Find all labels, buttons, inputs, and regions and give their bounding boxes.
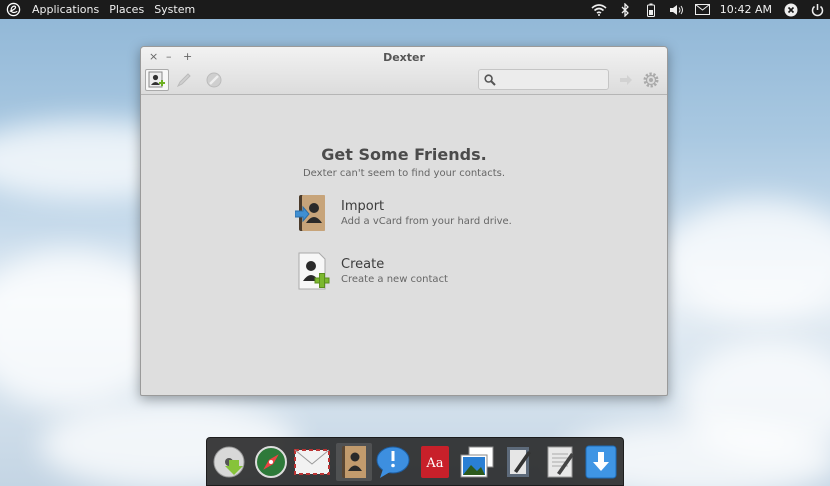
export-icon xyxy=(620,75,632,85)
dock-item-downloads[interactable] xyxy=(583,443,619,481)
panel-indicators: 10:42 AM xyxy=(586,0,830,19)
export-button[interactable] xyxy=(614,69,638,91)
create-contact-icon xyxy=(298,252,330,290)
import-text: Import Add a vCard from your hard drive. xyxy=(341,199,512,228)
edit-button[interactable] xyxy=(172,69,196,91)
import-action[interactable]: Import Add a vCard from your hard drive. xyxy=(295,192,555,234)
dock-item-photos[interactable] xyxy=(459,443,495,481)
mail-icon[interactable] xyxy=(695,3,711,17)
dock: Aa xyxy=(206,437,624,486)
dock-item-chat[interactable] xyxy=(375,443,411,481)
create-description: Create a new contact xyxy=(341,273,448,285)
import-description: Add a vCard from your hard drive. xyxy=(341,215,512,227)
disc-install-icon xyxy=(213,446,245,478)
menu-applications[interactable]: Applications xyxy=(27,0,104,19)
bluetooth-icon[interactable] xyxy=(617,2,633,17)
browser-compass-icon xyxy=(255,446,287,478)
cloud xyxy=(660,200,830,320)
empty-state-subtitle: Dexter can't seem to find your contacts. xyxy=(302,168,506,179)
search-field[interactable] xyxy=(478,69,609,90)
dock-item-dictionary[interactable]: Aa xyxy=(417,443,453,481)
dexter-window: × – + Dexter Get Some Friends. Dexter ca… xyxy=(140,46,668,396)
dictionary-icon: Aa xyxy=(421,446,449,478)
create-text: Create Create a new contact xyxy=(341,257,448,286)
new-contact-icon xyxy=(148,71,165,88)
menu-places[interactable]: Places xyxy=(104,0,149,19)
dock-item-mail[interactable] xyxy=(294,443,330,481)
svg-text:Aa: Aa xyxy=(425,456,443,471)
settings-button[interactable] xyxy=(639,69,663,91)
elementary-logo-icon[interactable] xyxy=(6,2,21,17)
downloads-icon xyxy=(585,445,617,479)
chat-bubble-icon xyxy=(376,446,410,478)
create-action[interactable]: Create Create a new contact xyxy=(295,250,555,292)
mail-envelope-icon xyxy=(294,449,330,475)
dock-item-notes[interactable] xyxy=(542,443,578,481)
delete-button[interactable] xyxy=(202,69,226,91)
menu-system[interactable]: System xyxy=(149,0,200,19)
top-panel: Applications Places System 10:42 AM xyxy=(0,0,830,19)
search-input[interactable] xyxy=(501,71,605,88)
create-title: Create xyxy=(341,256,385,272)
notes-icon xyxy=(547,446,574,478)
wifi-icon[interactable] xyxy=(591,3,607,17)
dock-item-contacts[interactable] xyxy=(336,443,372,481)
delete-icon xyxy=(206,72,222,88)
window-title: Dexter xyxy=(383,51,425,64)
volume-icon[interactable] xyxy=(669,3,685,17)
import-contacts-icon xyxy=(295,195,325,231)
empty-state-title: Get Some Friends. xyxy=(321,145,487,164)
dock-item-disc-install[interactable] xyxy=(211,443,247,481)
photos-icon xyxy=(460,446,494,478)
status-close-icon[interactable] xyxy=(783,3,799,17)
window-titlebar: × – + Dexter xyxy=(141,47,667,95)
settings-icon xyxy=(643,72,659,88)
battery-icon[interactable] xyxy=(643,3,659,17)
import-title: Import xyxy=(341,198,385,214)
new-contact-button[interactable] xyxy=(145,69,169,91)
clock[interactable]: 10:42 AM xyxy=(720,3,772,16)
contacts-book-icon xyxy=(342,446,366,478)
dock-item-text-editor[interactable] xyxy=(501,443,537,481)
search-icon xyxy=(484,74,496,86)
dock-item-browser[interactable] xyxy=(253,443,289,481)
text-editor-icon xyxy=(507,447,531,477)
edit-icon xyxy=(176,73,191,88)
power-icon[interactable] xyxy=(809,3,825,17)
